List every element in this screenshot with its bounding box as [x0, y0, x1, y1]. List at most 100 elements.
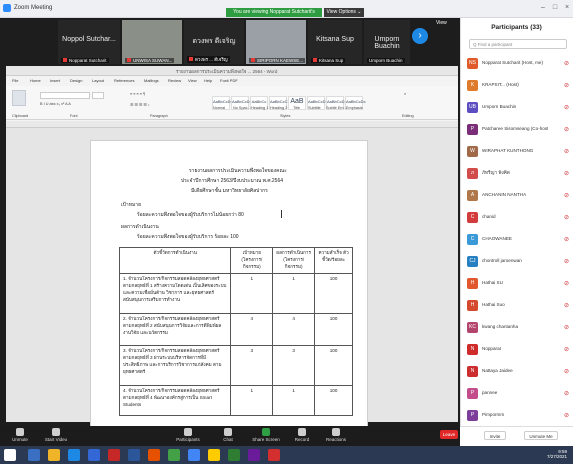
menu-references[interactable]: References	[114, 78, 134, 83]
avatar: ภ	[467, 168, 478, 179]
participant-video-tile[interactable]: SIRIPORN KAEWSE...	[246, 20, 306, 64]
record-icon	[298, 428, 306, 436]
participant-row[interactable]: H Hathai Suo ⊘	[467, 298, 571, 314]
alignment-buttons[interactable]: ☰ ☰ ☰ ☰ ↕	[130, 102, 150, 107]
group-label: Editing	[402, 114, 414, 118]
unmute-button[interactable]: Unmute	[0, 426, 40, 446]
participant-row[interactable]: H Hathai SU ⊘	[467, 276, 571, 292]
invite-button[interactable]: Invite	[484, 431, 506, 440]
leave-button[interactable]: Leave	[440, 430, 458, 439]
menu-design[interactable]: Design	[70, 78, 82, 83]
table-header-row: ตัวชี้วัดการดำเนินงาน เป้าหมาย (โครงการ/…	[118, 247, 353, 274]
view-button[interactable]: View	[436, 20, 447, 26]
reactions-button[interactable]: Reactions	[316, 426, 356, 446]
font-name-select[interactable]	[40, 92, 90, 99]
participant-search-input[interactable]: Q Find a participant	[469, 39, 567, 49]
excel-taskbar-icon[interactable]	[228, 449, 240, 461]
menu-insert[interactable]: Insert	[50, 78, 60, 83]
font-format-buttons[interactable]: B I U abc x₂ x² A A	[40, 102, 71, 106]
powerpoint-taskbar-icon[interactable]	[148, 449, 160, 461]
avatar: A	[467, 190, 478, 201]
close-icon[interactable]: ×	[562, 4, 572, 12]
participant-row[interactable]: W WIRAPHAT KUNTHONG ⊘	[467, 144, 571, 160]
maximize-icon[interactable]: □	[550, 4, 560, 12]
menu-mailings[interactable]: Mailings	[144, 78, 159, 83]
chat-button[interactable]: Chat	[208, 426, 248, 446]
word-title: รายงานผลการประเมินความพึงพอใจ ... 2564 -…	[176, 69, 278, 74]
doc-heading: มีเดียศึกษาชั้น มหาวิทยาลัยศิลปากร	[191, 188, 268, 194]
participant-row[interactable]: P Pimpormm ⊘	[467, 408, 571, 424]
participant-name: Nattaya Jaidee	[482, 368, 513, 373]
next-page-arrow-icon[interactable]: ›	[412, 28, 428, 44]
document-page[interactable]: รายงานผลการประเมินความพึงพอใจของคณะ ประจ…	[90, 140, 368, 430]
muted-mic-icon	[251, 58, 255, 62]
table-cell: 1	[272, 385, 316, 416]
participant-row[interactable]: N Nattaya Jaidee ⊘	[467, 364, 571, 380]
minimize-icon[interactable]: –	[538, 4, 548, 12]
muted-mic-icon: ⊘	[563, 281, 569, 287]
participant-video-tile[interactable]: UNWISA SUWAN...	[122, 20, 182, 64]
participant-row[interactable]: UB Umporn Buachin ⊘	[467, 100, 571, 116]
menu-view[interactable]: View	[188, 78, 197, 83]
participant-row[interactable]: KC kwang chantanha ⊘	[467, 320, 571, 336]
paste-icon[interactable]	[12, 90, 26, 106]
menu-help[interactable]: Help	[204, 78, 212, 83]
group-label: Clipboard	[12, 114, 29, 118]
view-options-button[interactable]: View Options ⌄	[324, 8, 364, 17]
participant-row[interactable]: Ppannee ⊘	[467, 386, 571, 402]
table-cell: 3	[272, 345, 316, 386]
table-cell: 100	[314, 313, 353, 346]
font-size-select[interactable]	[92, 92, 104, 99]
microphone-icon	[16, 428, 24, 436]
participant-tile[interactable]: ดวงพร ดีเจริญ ดวงพร ... ดีเจริญ	[184, 20, 244, 64]
menu-review[interactable]: Review	[168, 78, 181, 83]
share-screen-button[interactable]: Share Screen	[246, 426, 286, 446]
avatar: P	[467, 124, 478, 135]
menu-foxit-pdf[interactable]: Foxit PDF	[220, 78, 238, 83]
file-explorer-icon[interactable]	[48, 449, 60, 461]
participant-row[interactable]: P Patcharee Sisomseang (Co-host) ⊘	[467, 122, 571, 138]
participant-row[interactable]: ภ ภัทรีญา ฟังคิด ⊘	[467, 166, 571, 182]
participant-tile[interactable]: Noppol Sutchar... Nopparat Sutcharit	[58, 20, 120, 64]
participant-row[interactable]: A ANCHANIN NANTHA ⊘	[467, 188, 571, 204]
menu-home[interactable]: Home	[30, 78, 41, 83]
menu-layout[interactable]: Layout	[92, 78, 104, 83]
participant-tile[interactable]: Umporn Buachin Umporn Buachin	[364, 20, 410, 64]
menu-file[interactable]: File	[12, 78, 18, 83]
zoom-taskbar-icon[interactable]	[88, 449, 100, 461]
table-cell: 1	[230, 273, 274, 314]
unmute-me-button[interactable]: Unmute Me	[524, 431, 558, 440]
pdf-taskbar-icon[interactable]	[268, 449, 280, 461]
participant-row[interactable]: NS Nopparat Sutcharit (Host, me) ⊘	[467, 56, 571, 72]
start-video-button[interactable]: Start Video	[36, 426, 76, 446]
word-taskbar-icon[interactable]	[128, 449, 140, 461]
folder-taskbar-icon[interactable]	[208, 449, 220, 461]
table-header: ตัวชี้วัดการดำเนินงาน	[118, 247, 232, 274]
group-label: Paragraph	[150, 114, 168, 118]
app-taskbar-icon[interactable]	[108, 449, 120, 461]
avatar: P	[467, 388, 478, 399]
find-icon[interactable]: ⌕	[404, 92, 406, 96]
paragraph-buttons[interactable]: ≡ ≡ ≡ ≡ ¶	[130, 92, 145, 96]
participant-row[interactable]: N Nopparat ⊘	[467, 342, 571, 358]
chat-icon	[224, 428, 232, 436]
line-taskbar-icon[interactable]	[168, 449, 180, 461]
participant-name: Hathai Suo	[482, 302, 505, 307]
app-taskbar-icon[interactable]	[248, 449, 260, 461]
avatar: K	[467, 80, 478, 91]
doc-heading: รายงานผลการประเมินความพึงพอใจของคณะ	[189, 168, 287, 174]
doc-paragraph: ร้อยละความพึงพอใจของผู้รับบริการ ร้อยละ …	[137, 234, 239, 240]
participant-name: KRAPSIT... (Host)	[482, 82, 519, 87]
chrome-taskbar-icon[interactable]	[188, 449, 200, 461]
participant-tile[interactable]: Kitsana Sup Kitsana Sup	[308, 20, 362, 64]
participant-row[interactable]: Cchanid ⊘	[467, 210, 571, 226]
edge-browser-icon[interactable]	[68, 449, 80, 461]
participant-name: pannee	[482, 390, 498, 395]
table-cell: 100	[314, 273, 353, 314]
participants-button[interactable]: Participants	[168, 426, 208, 446]
start-menu-icon[interactable]	[4, 449, 16, 461]
participant-row[interactable]: K KRAPSIT... (Host) ⊘	[467, 78, 571, 94]
participant-row[interactable]: C CHAOWANEE ⊘	[467, 232, 571, 248]
participant-row[interactable]: CJ chontroll jaroenwan ⊘	[467, 254, 571, 270]
search-taskbar-icon[interactable]	[28, 449, 40, 461]
